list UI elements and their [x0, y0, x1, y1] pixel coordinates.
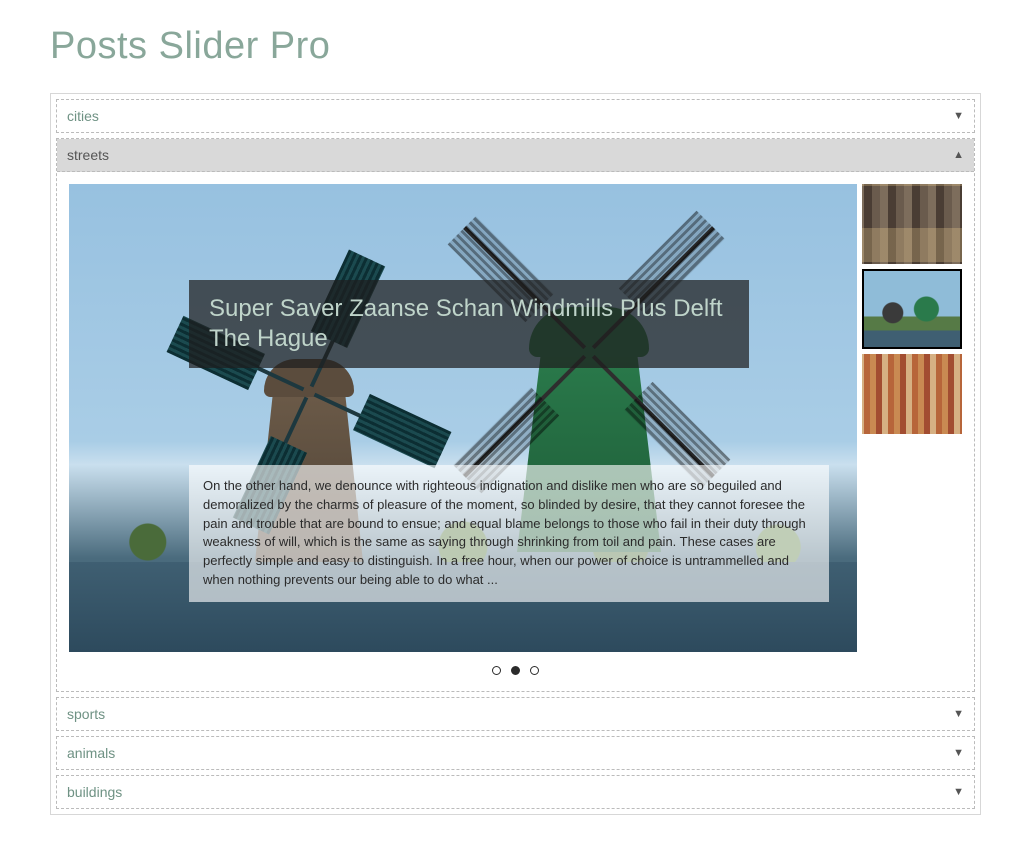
thumbnail-column — [862, 184, 962, 652]
chevron-down-icon: ▼ — [953, 110, 964, 122]
accordion-header-cities[interactable]: cities ▼ — [57, 100, 974, 132]
slider-pager — [69, 652, 962, 679]
page-title: Posts Slider Pro — [50, 25, 981, 68]
chevron-down-icon: ▼ — [953, 786, 964, 798]
accordion-panel-streets: Super Saver Zaanse Schan Windmills Plus … — [57, 172, 974, 691]
pager-dot-3[interactable] — [530, 666, 539, 675]
pager-dot-2[interactable] — [511, 666, 520, 675]
thumbnail-windmills[interactable] — [862, 269, 962, 349]
pager-dot-1[interactable] — [492, 666, 501, 675]
thumbnail-rooftops[interactable] — [862, 354, 962, 434]
accordion-item-buildings: buildings ▼ — [56, 775, 975, 809]
accordion-item-sports: sports ▼ — [56, 697, 975, 731]
slide-excerpt: On the other hand, we denounce with righ… — [189, 465, 829, 602]
accordion-item-streets: streets ▲ — [56, 138, 975, 692]
main-slide[interactable]: Super Saver Zaanse Schan Windmills Plus … — [69, 184, 857, 652]
accordion-label: sports — [67, 706, 105, 722]
thumbnail-canal-houses[interactable] — [862, 184, 962, 264]
accordion-label: streets — [67, 147, 109, 163]
chevron-up-icon: ▲ — [953, 149, 964, 161]
accordion-header-streets[interactable]: streets ▲ — [57, 139, 974, 172]
accordion-header-buildings[interactable]: buildings ▼ — [57, 776, 974, 808]
accordion-header-sports[interactable]: sports ▼ — [57, 698, 974, 730]
posts-slider-widget: cities ▼ streets ▲ — [50, 93, 981, 815]
chevron-down-icon: ▼ — [953, 708, 964, 720]
accordion-item-animals: animals ▼ — [56, 736, 975, 770]
chevron-down-icon: ▼ — [953, 747, 964, 759]
accordion-label: buildings — [67, 784, 122, 800]
accordion-label: animals — [67, 745, 115, 761]
slide-title[interactable]: Super Saver Zaanse Schan Windmills Plus … — [189, 280, 749, 368]
accordion-header-animals[interactable]: animals ▼ — [57, 737, 974, 769]
accordion-label: cities — [67, 108, 99, 124]
accordion-item-cities: cities ▼ — [56, 99, 975, 133]
slider-row: Super Saver Zaanse Schan Windmills Plus … — [69, 184, 962, 652]
